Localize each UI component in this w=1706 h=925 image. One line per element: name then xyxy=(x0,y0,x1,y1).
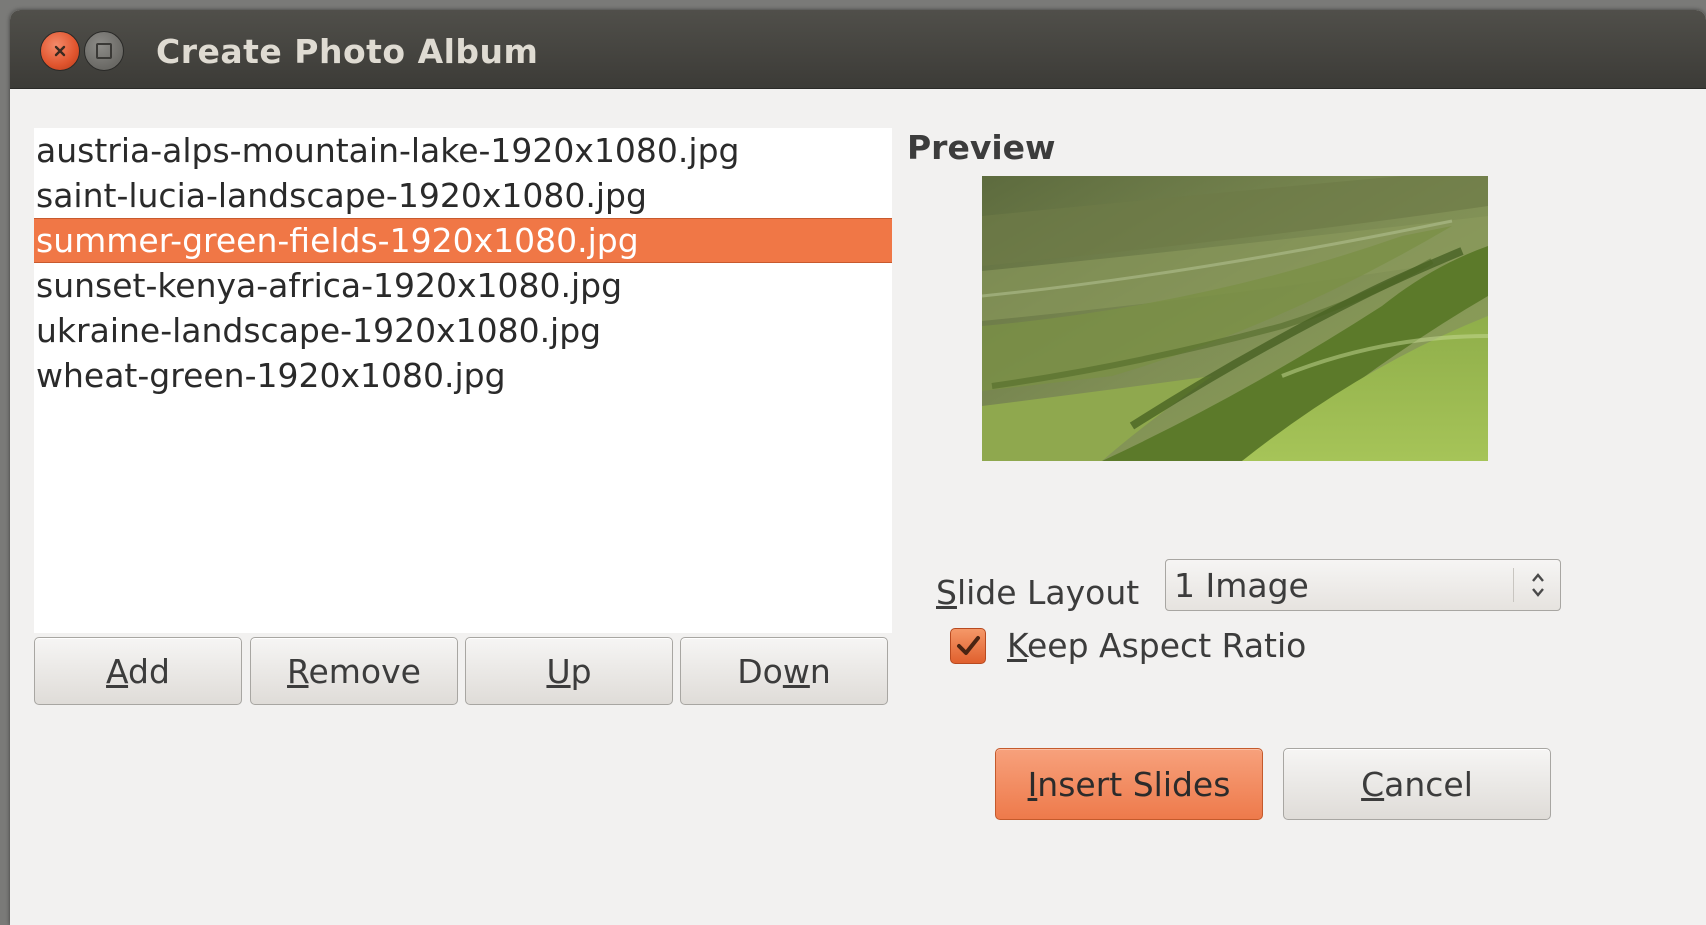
down-mnemonic: w xyxy=(782,651,810,691)
window-title: Create Photo Album xyxy=(156,32,539,71)
file-list-item[interactable]: wheat-green-1920x1080.jpg xyxy=(34,353,892,398)
insert-slides-button[interactable]: Insert Slides xyxy=(995,748,1263,820)
select-separator xyxy=(1513,568,1514,602)
title-bar: Create Photo Album xyxy=(10,10,1706,89)
add-button[interactable]: Add xyxy=(34,637,242,705)
keep-aspect-checkbox[interactable] xyxy=(950,628,986,664)
file-list-item[interactable]: sunset-kenya-africa-1920x1080.jpg xyxy=(34,263,892,308)
down-label-pre: Do xyxy=(737,651,783,691)
create-photo-album-dialog: Create Photo Album austria-alps-mountain… xyxy=(10,10,1706,925)
checkmark-icon xyxy=(957,636,980,655)
spinner-arrows-icon xyxy=(1532,573,1544,597)
close-window-button[interactable] xyxy=(40,31,80,71)
maximize-icon xyxy=(96,43,112,59)
preview-label: Preview xyxy=(907,128,1056,167)
green-fields-photo xyxy=(982,176,1488,461)
down-label: n xyxy=(809,651,831,691)
file-list-item[interactable]: saint-lucia-landscape-1920x1080.jpg xyxy=(34,173,892,218)
file-list-item[interactable]: ukraine-landscape-1920x1080.jpg xyxy=(34,308,892,353)
remove-mnemonic: R xyxy=(287,651,309,691)
keep-aspect-label-text: eep Aspect Ratio xyxy=(1027,626,1307,665)
add-label: dd xyxy=(128,651,170,691)
maximize-window-button[interactable] xyxy=(84,31,124,71)
cancel-button[interactable]: Cancel xyxy=(1283,748,1551,820)
slide-layout-label: Slide Layout xyxy=(936,573,1139,612)
cancel-label: ancel xyxy=(1384,764,1473,804)
cancel-mnemonic: C xyxy=(1361,764,1385,804)
remove-label: emove xyxy=(308,651,421,691)
file-list-item[interactable]: austria-alps-mountain-lake-1920x1080.jpg xyxy=(34,128,892,173)
close-icon xyxy=(54,45,66,57)
remove-button[interactable]: Remove xyxy=(250,637,458,705)
up-button[interactable]: Up xyxy=(465,637,673,705)
up-mnemonic: U xyxy=(546,651,571,691)
keep-aspect-mnemonic: K xyxy=(1007,626,1027,665)
keep-aspect-label[interactable]: Keep Aspect Ratio xyxy=(1007,626,1306,665)
up-label: p xyxy=(570,651,592,691)
preview-image xyxy=(982,176,1488,461)
insert-mnemonic: I xyxy=(1027,764,1038,804)
slide-layout-value: 1 Image xyxy=(1174,566,1309,605)
file-list-item-selected[interactable]: summer-green-fields-1920x1080.jpg xyxy=(34,218,892,263)
down-button[interactable]: Down xyxy=(680,637,888,705)
add-mnemonic: A xyxy=(106,651,129,691)
insert-label: nsert Slides xyxy=(1037,764,1231,804)
slide-layout-mnemonic: S xyxy=(936,573,957,612)
slide-layout-label-text: lide Layout xyxy=(956,573,1140,612)
slide-layout-select[interactable]: 1 Image xyxy=(1165,559,1561,611)
image-file-list[interactable]: austria-alps-mountain-lake-1920x1080.jpg… xyxy=(34,128,892,633)
